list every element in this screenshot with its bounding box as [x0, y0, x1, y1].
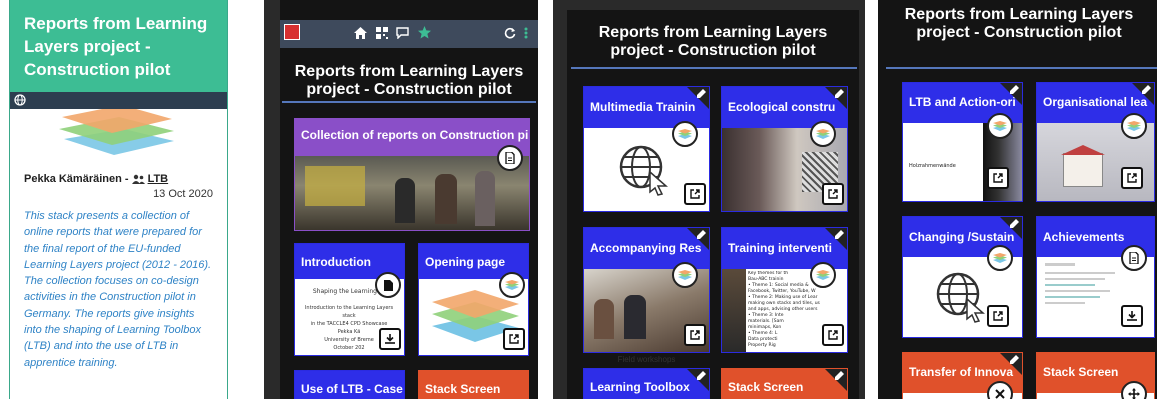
app-top-bar [280, 20, 538, 48]
title-divider [886, 67, 1157, 69]
tile-title: Use of LTB - Case [295, 371, 404, 399]
tile-achievements[interactable]: Achievements [1036, 216, 1155, 338]
layers-badge-icon[interactable] [987, 245, 1013, 271]
stack-title: Reports from Learning Layers project - C… [904, 6, 1134, 41]
edit-icon[interactable] [1009, 84, 1020, 95]
chat-icon[interactable] [396, 27, 409, 39]
phone-screen-stack: Reports from Learning Layers project - C… [553, 0, 865, 399]
stack-title: Reports from Learning Layers project - C… [10, 0, 227, 92]
external-link-icon[interactable] [987, 305, 1009, 327]
external-link-icon[interactable] [1121, 167, 1143, 189]
layers-badge-icon[interactable] [810, 262, 836, 288]
stack-date: 13 Oct 2020 [153, 188, 213, 200]
layers-badge-icon[interactable] [672, 121, 698, 147]
construction-photo [295, 156, 529, 230]
tile-changing-sustaining[interactable]: Changing /Sustain [902, 216, 1023, 338]
photo-caption: Field workshops [617, 355, 676, 364]
edit-icon[interactable] [1009, 218, 1020, 229]
qr-icon[interactable] [376, 27, 388, 39]
phone-bezel [264, 0, 280, 399]
app-logo[interactable] [284, 24, 300, 40]
tile-ltb-action-oriented[interactable]: LTB and Action-ori Holzrahmenwände [902, 82, 1023, 202]
slide-text: Holzrahmenwände [909, 163, 956, 169]
phone-screen-stack: Reports from Learning Layers project - C… [878, 0, 1157, 399]
tile-collection-reports[interactable]: Collection of reports on Construction pi… [294, 118, 530, 231]
author-name: Pekka Kämäräinen - [24, 173, 129, 185]
external-link-icon[interactable] [822, 324, 844, 346]
org-link[interactable]: LTB [148, 173, 169, 185]
tile-transfer-innovation[interactable]: Transfer of Innova [902, 352, 1023, 399]
external-link-icon[interactable] [822, 183, 844, 205]
document-preview [1045, 263, 1125, 323]
group-icon [131, 174, 145, 184]
edit-icon[interactable] [696, 88, 707, 99]
edit-icon[interactable] [1141, 84, 1152, 95]
layers-logo [59, 109, 174, 155]
tile-multimedia-training[interactable]: Multimedia Trainin [583, 86, 710, 212]
tile-title: Collection of reports on Construction pi… [295, 119, 529, 156]
edit-icon[interactable] [834, 229, 845, 240]
edit-icon[interactable] [1009, 354, 1020, 365]
external-link-icon[interactable] [987, 167, 1009, 189]
layers-badge-icon[interactable] [672, 262, 698, 288]
stack-info-panel: Reports from Learning Layers project - C… [9, 0, 228, 399]
layers-badge-icon[interactable] [810, 121, 836, 147]
download-icon[interactable] [379, 328, 401, 350]
tile-stack-screen[interactable]: Stack Screen [418, 370, 529, 399]
document-icon[interactable] [497, 145, 523, 171]
edit-icon[interactable] [834, 88, 845, 99]
layers-badge-icon[interactable] [987, 113, 1013, 139]
stack-toolbar [10, 92, 227, 109]
stack-description: This stack presents a collection of onli… [24, 210, 212, 369]
tile-use-of-ltb[interactable]: Use of LTB - Case [294, 370, 405, 399]
external-link-icon[interactable] [503, 328, 525, 350]
external-link-icon[interactable] [684, 324, 706, 346]
tile-opening-page[interactable]: Opening page [418, 243, 529, 356]
tile-accompanying-research[interactable]: Accompanying Res [583, 227, 710, 353]
stack-title: Reports from Learning Layers project - C… [294, 63, 524, 98]
title-divider [282, 101, 536, 103]
edit-icon[interactable] [834, 370, 845, 381]
refresh-icon[interactable] [504, 27, 516, 39]
tile-title: Stack Screen [419, 371, 528, 399]
tile-organisational-learning[interactable]: Organisational lea [1036, 82, 1155, 202]
tile-introduction[interactable]: Introduction Shaping the Learning To Int… [294, 243, 405, 356]
star-icon[interactable] [418, 26, 431, 39]
globe-link-icon [619, 145, 668, 196]
globe-icon[interactable] [14, 94, 26, 106]
external-link-icon[interactable] [684, 183, 706, 205]
file-icon[interactable] [375, 272, 401, 298]
globe-link-icon [936, 272, 985, 323]
tile-stack-screen[interactable]: Stack Screen [721, 368, 848, 399]
tile-training-intervention[interactable]: Training interventi Key themes for th Bau… [721, 227, 848, 353]
phone-screen-stack: Reports from Learning Layers project - C… [264, 0, 538, 399]
stack-title: Reports from Learning Layers project - C… [598, 24, 828, 59]
download-icon[interactable] [1121, 305, 1143, 327]
tile-learning-toolbox[interactable]: Learning Toolbox [583, 368, 710, 399]
edit-icon[interactable] [696, 370, 707, 381]
more-menu-icon[interactable] [524, 27, 528, 39]
document-icon[interactable] [1121, 245, 1147, 271]
title-divider [571, 67, 857, 69]
layers-badge-icon[interactable] [499, 272, 525, 298]
author-line: Pekka Kämäräinen - LTB [24, 173, 213, 185]
layers-badge-icon[interactable] [1121, 113, 1147, 139]
edit-icon[interactable] [696, 229, 707, 240]
tile-stack-screen[interactable]: Stack Screen [1036, 352, 1155, 399]
home-icon[interactable] [354, 27, 367, 39]
tile-ecological-construction[interactable]: Ecological constru [721, 86, 848, 212]
